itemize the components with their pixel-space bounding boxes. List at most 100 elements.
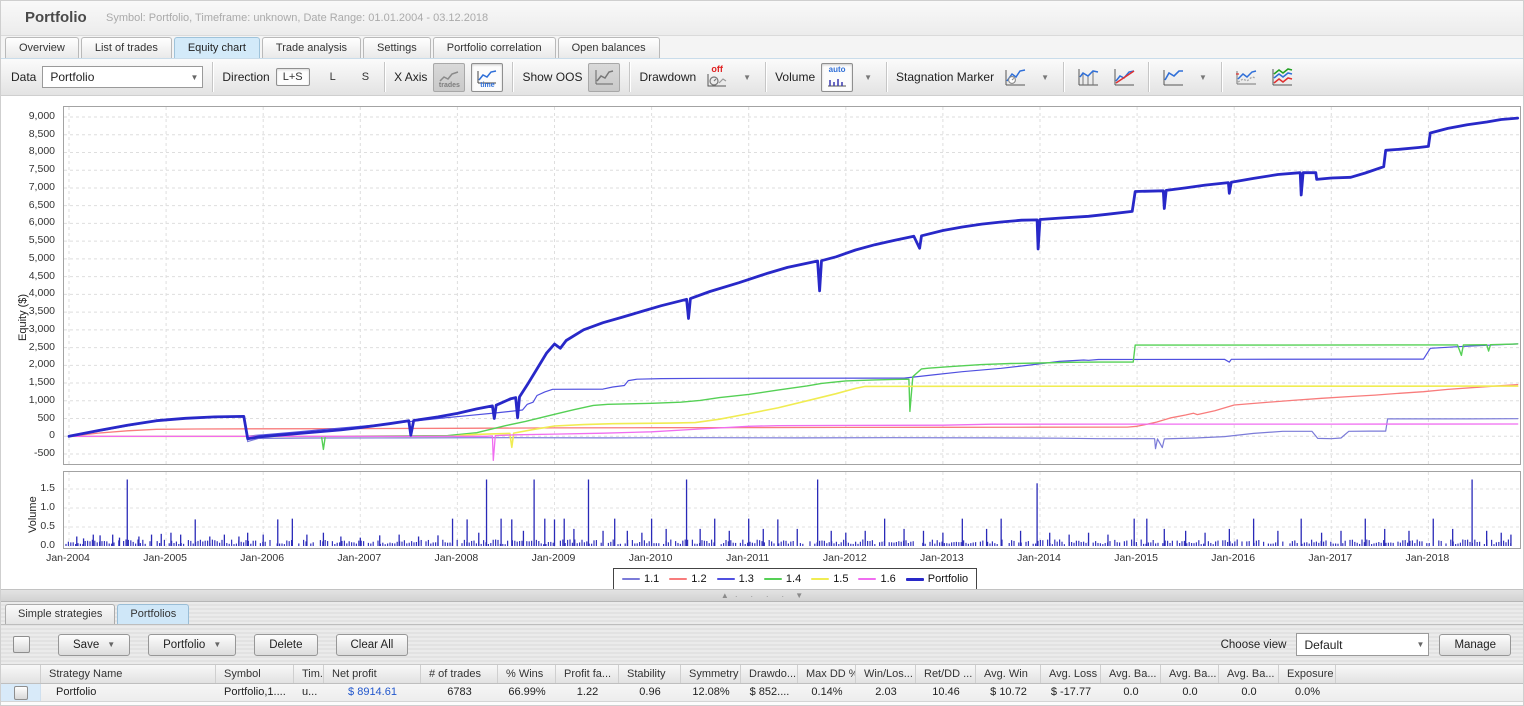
volume-plot-canvas (64, 472, 1520, 548)
volume-tick-label: 0.5 (3, 520, 55, 532)
legend-item-1-4: 1.4 (764, 573, 801, 585)
drawdown-dropdown-arrow[interactable]: ▼ (738, 69, 756, 86)
tab-portfolio-correlation[interactable]: Portfolio correlation (433, 37, 556, 58)
portfolio-button[interactable]: Portfolio▼ (148, 634, 236, 656)
volume-dropdown-arrow[interactable]: ▼ (859, 69, 877, 86)
equity-plot-area[interactable] (63, 106, 1521, 465)
line-mode-dropdown-arrow[interactable]: ▼ (1194, 69, 1212, 86)
equity-tick-label: 8,500 (3, 128, 55, 140)
splitter-grip: · · · · (735, 591, 790, 601)
column-header[interactable]: Net profit (324, 665, 421, 683)
manage-button[interactable]: Manage (1439, 634, 1511, 656)
toolbar-separator (1148, 62, 1149, 92)
toolbar-separator (212, 62, 213, 92)
splitter-collapse-up-icon[interactable]: ▲ (721, 591, 729, 600)
equity-tick-label: 2,000 (3, 358, 55, 370)
splitter-collapse-down-icon[interactable]: ▼ (795, 591, 803, 600)
chevron-down-icon: ▼ (1417, 640, 1425, 649)
row-cell: $ 8914.61 (324, 684, 421, 701)
stagnation-marker-button[interactable] (1000, 64, 1030, 91)
choose-view-select[interactable]: Default ▼ (1296, 633, 1429, 656)
equity-tick-label: 5,500 (3, 234, 55, 246)
data-select[interactable]: Portfolio ▼ (42, 66, 203, 88)
delete-button-label: Delete (269, 639, 302, 651)
drawdown-clock-icon (706, 73, 728, 89)
volume-button[interactable]: auto (821, 63, 853, 92)
column-header[interactable]: # of trades (421, 665, 498, 683)
legend-item-1-1: 1.1 (622, 573, 659, 585)
toolbar-separator (1221, 62, 1222, 92)
column-header[interactable]: Avg. Win (976, 665, 1041, 683)
direction-short-button[interactable]: S (356, 69, 375, 85)
row-cell: Portfolio,1.... (216, 684, 294, 701)
x-axis-label: Jan-2015 (1106, 552, 1166, 564)
row-cell: 0.96 (619, 684, 681, 701)
column-header[interactable]: Avg. Ba... (1219, 665, 1279, 683)
panel-splitter[interactable]: ▲ · · · · ▼ (1, 589, 1523, 602)
column-header[interactable]: Profit fa... (556, 665, 619, 683)
direction-long-short-button[interactable]: L+S (276, 68, 310, 86)
row-checkbox[interactable] (14, 686, 28, 700)
all-strategies-lines-button[interactable] (1267, 64, 1297, 91)
regression-view-button[interactable] (1109, 64, 1139, 91)
tab-list-of-trades[interactable]: List of trades (81, 37, 172, 58)
tab-open-balances[interactable]: Open balances (558, 37, 660, 58)
line-chart-icon (1161, 67, 1185, 87)
show-oos-button[interactable] (588, 63, 620, 92)
legend-item-1-3: 1.3 (717, 573, 754, 585)
row-cell: 66.99% (498, 684, 556, 701)
column-header[interactable]: Tim... (294, 665, 324, 683)
tab-trade-analysis[interactable]: Trade analysis (262, 37, 361, 58)
column-header[interactable]: Stability (619, 665, 681, 683)
equity-tick-label: 3,000 (3, 323, 55, 335)
legend-item-1-6: 1.6 (858, 573, 895, 585)
column-header[interactable]: Avg. Ba... (1161, 665, 1219, 683)
drawdown-button[interactable]: off (702, 64, 732, 91)
equity-tick-label: 9,000 (3, 110, 55, 122)
tab-equity-chart[interactable]: Equity chart (174, 37, 260, 58)
compare-lines-button[interactable] (1231, 64, 1261, 91)
select-all-checkbox[interactable] (13, 636, 30, 653)
drawdown-state-caption: off (702, 66, 732, 73)
column-header[interactable]: Avg. Loss (1041, 665, 1101, 683)
column-header[interactable]: Drawdo... (741, 665, 798, 683)
column-header[interactable]: Max DD % (798, 665, 856, 683)
histogram-view-button[interactable] (1073, 64, 1103, 91)
save-button[interactable]: Save▼ (58, 634, 130, 656)
column-header[interactable]: Exposure (1279, 665, 1336, 683)
row-cell: $ 10.72 (976, 684, 1041, 701)
equity-tick-label: 0 (3, 429, 55, 441)
direction-long-button[interactable]: L (324, 69, 342, 85)
column-header[interactable]: Strategy Name (41, 665, 216, 683)
tab-settings[interactable]: Settings (363, 37, 431, 58)
column-header[interactable]: Win/Los... (856, 665, 916, 683)
x-axis-label: Jan-2012 (815, 552, 875, 564)
column-header[interactable]: Symbol (216, 665, 294, 683)
clear-all-button[interactable]: Clear All (336, 634, 409, 656)
equity-tick-label: 500 (3, 412, 55, 424)
volume-plot-area[interactable] (63, 471, 1521, 549)
table-header-row: Strategy NameSymbolTim...Net profit# of … (1, 664, 1524, 684)
legend-swatch (669, 578, 687, 580)
equity-tick-label: 1,500 (3, 376, 55, 388)
x-axis-label: Jan-2013 (912, 552, 972, 564)
table-row[interactable]: PortfolioPortfolio,1....u...$ 8914.61678… (1, 684, 1524, 702)
row-cell: Portfolio (41, 684, 216, 701)
xaxis-trades-button[interactable]: trades (433, 63, 465, 92)
chart-legend: 1.11.21.31.41.51.6Portfolio (613, 568, 977, 590)
tab-overview[interactable]: Overview (5, 37, 79, 58)
results-tab-portfolios[interactable]: Portfolios (117, 604, 189, 624)
legend-swatch (622, 578, 640, 580)
stagnation-dropdown-arrow[interactable]: ▼ (1036, 69, 1054, 86)
data-group: Data Portfolio ▼ (11, 66, 203, 88)
xaxis-time-button[interactable]: time (471, 63, 503, 92)
save-button-label: Save (73, 639, 99, 651)
row-select-cell (1, 684, 41, 701)
column-header[interactable]: Avg. Ba... (1101, 665, 1161, 683)
delete-button[interactable]: Delete (254, 634, 317, 656)
line-mode-button[interactable] (1158, 64, 1188, 91)
results-tab-simple-strategies[interactable]: Simple strategies (5, 604, 115, 624)
column-header[interactable]: Symmetry (681, 665, 741, 683)
column-header[interactable]: % Wins (498, 665, 556, 683)
column-header[interactable]: Ret/DD ... (916, 665, 976, 683)
